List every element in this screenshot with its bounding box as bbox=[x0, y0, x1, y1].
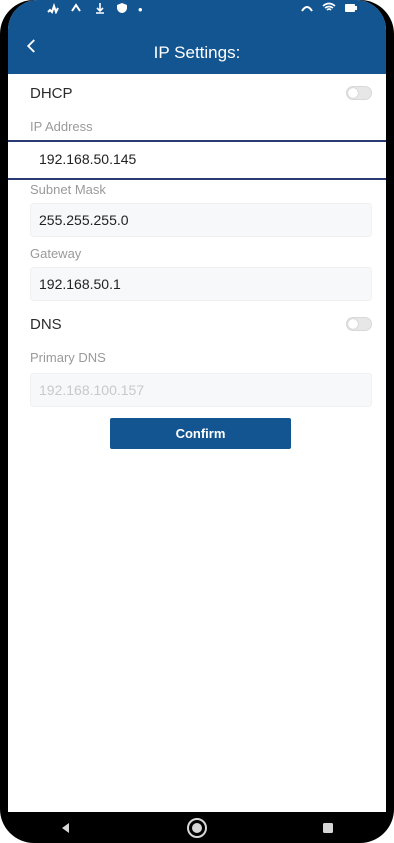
page-title: IP Settings: bbox=[153, 43, 241, 62]
gateway-value: 192.168.50.1 bbox=[39, 276, 121, 292]
home-circle-icon[interactable] bbox=[182, 816, 212, 840]
dns-row: DNS bbox=[30, 311, 372, 337]
battery-icon bbox=[344, 2, 358, 17]
primary-dns-value: 192.168.100.157 bbox=[39, 382, 145, 398]
primary-dns-field: 192.168.100.157 bbox=[30, 373, 372, 407]
gateway-label: Gateway bbox=[30, 246, 82, 261]
gateway-field[interactable]: 192.168.50.1 bbox=[30, 267, 372, 301]
subnet-mask-value: 255.255.255.0 bbox=[39, 212, 129, 228]
dhcp-toggle[interactable] bbox=[346, 86, 372, 100]
status-left: • bbox=[46, 2, 143, 17]
ip-address-label: IP Address bbox=[30, 119, 93, 134]
subnet-mask-field[interactable]: 255.255.255.0 bbox=[30, 203, 372, 237]
shield-icon bbox=[116, 2, 128, 17]
download-icon bbox=[94, 2, 106, 17]
top-app-bar: • IP Settings: bbox=[8, 0, 386, 74]
vpn-icon bbox=[300, 2, 314, 17]
ip-address-field[interactable]: 192.168.50.145 bbox=[30, 142, 372, 176]
confirm-button[interactable]: Confirm bbox=[110, 418, 291, 449]
dhcp-label: DHCP bbox=[30, 84, 73, 102]
app-screen: • IP Settings: DHCP IP Address 192.168.5… bbox=[8, 0, 386, 812]
primary-dns-label: Primary DNS bbox=[30, 350, 106, 365]
recents-square-icon[interactable] bbox=[313, 816, 343, 840]
dot-icon: • bbox=[138, 2, 143, 17]
ip-address-value: 192.168.50.145 bbox=[39, 151, 137, 167]
transfer-icon bbox=[70, 2, 84, 17]
dns-label: DNS bbox=[30, 315, 62, 333]
dhcp-row: DHCP bbox=[30, 80, 372, 106]
status-bar: • bbox=[8, 0, 386, 24]
dns-toggle[interactable] bbox=[346, 317, 372, 331]
android-navbar bbox=[0, 812, 394, 843]
status-right bbox=[300, 2, 358, 17]
subnet-mask-label: Subnet Mask bbox=[30, 182, 106, 197]
phone-frame: • IP Settings: DHCP IP Address 192.168.5… bbox=[0, 0, 394, 843]
signal-icon bbox=[46, 2, 60, 17]
back-triangle-icon[interactable] bbox=[51, 816, 81, 840]
wifi-icon bbox=[322, 2, 336, 17]
